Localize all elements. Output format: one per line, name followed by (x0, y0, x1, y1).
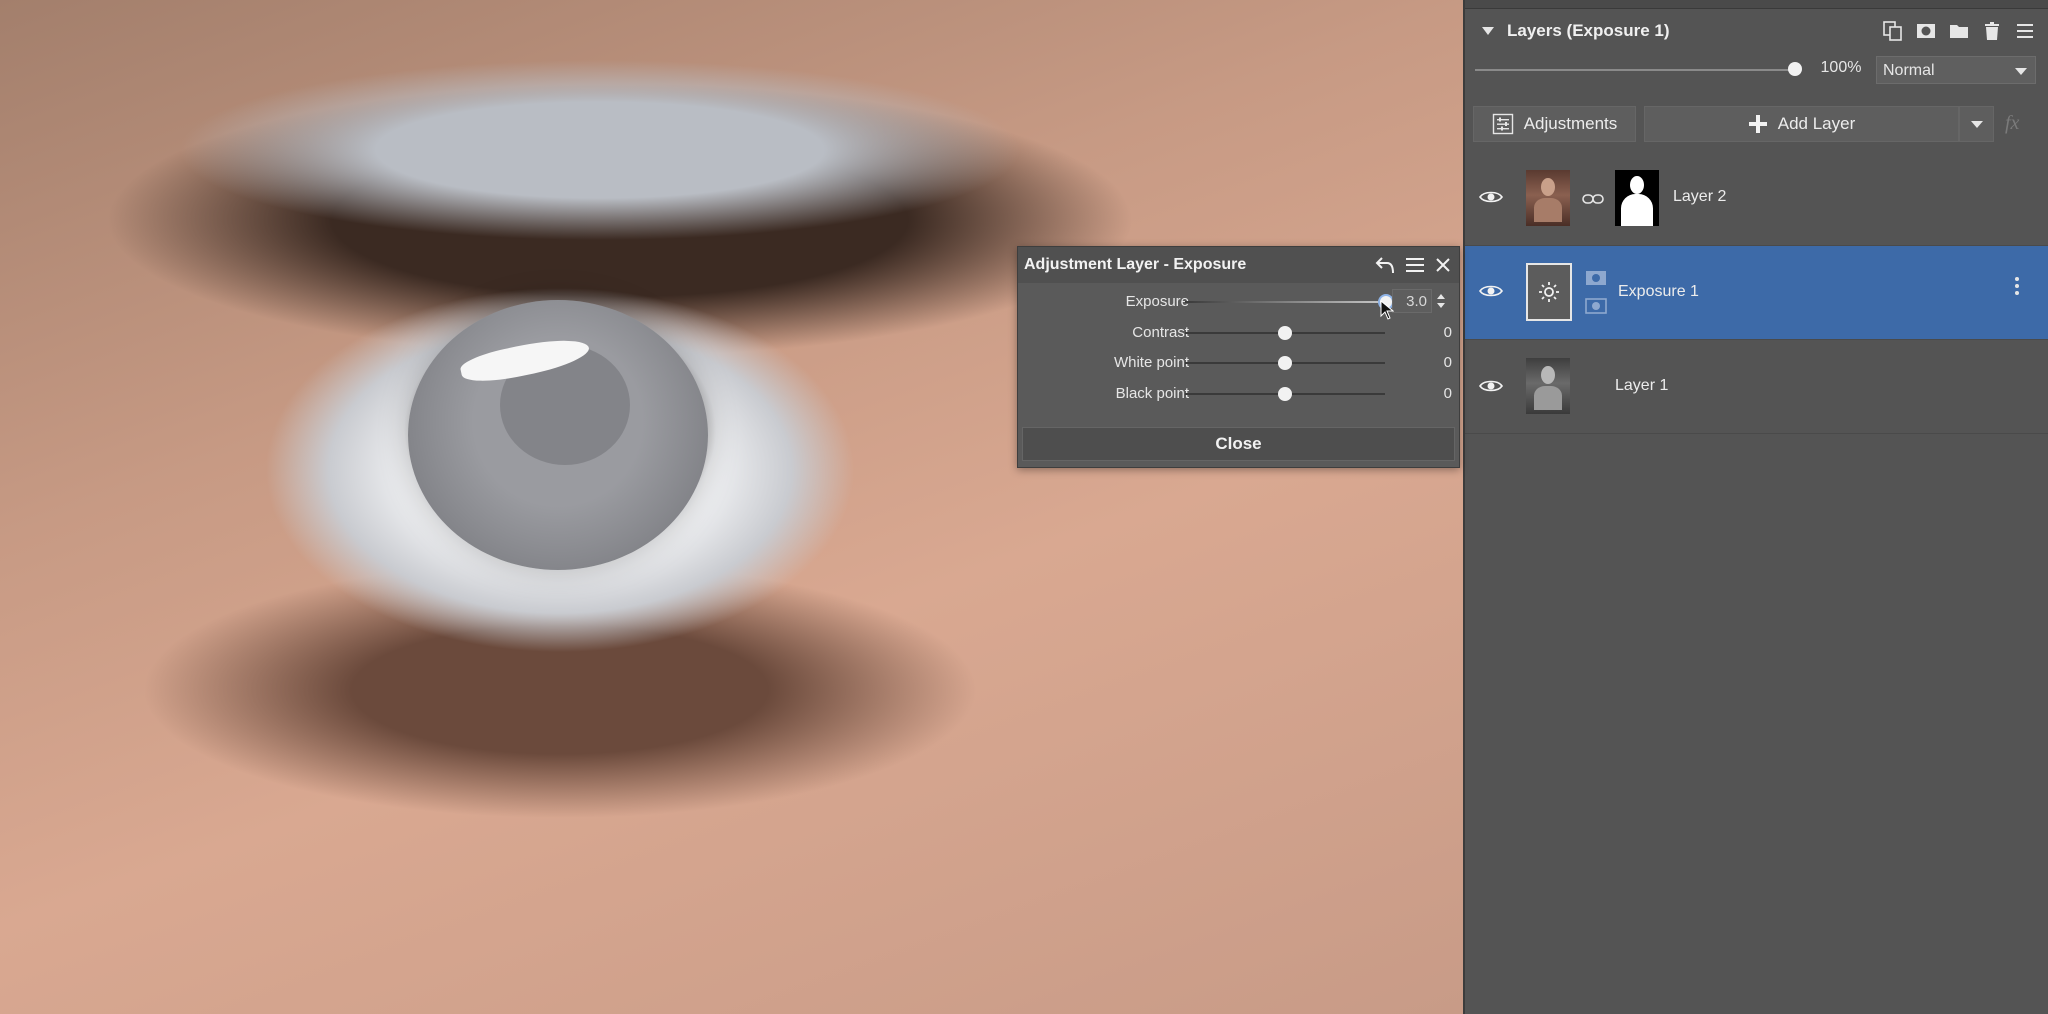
layers-title: Layers (Exposure 1) (1507, 21, 1670, 40)
layer-name: Layer 1 (1615, 377, 1669, 394)
layer-thumbnail (1526, 170, 1570, 226)
eye-icon[interactable] (1479, 189, 1503, 205)
eye-icon[interactable] (1479, 283, 1503, 299)
dialog-title-bar[interactable]: Adjustment Layer - Exposure (1018, 247, 1459, 283)
spinner-icon[interactable] (1436, 292, 1446, 310)
slider-row-contrast: Contrast 0 (1018, 318, 1459, 348)
blend-mode-select[interactable]: Normal (1876, 56, 2036, 84)
slider-row-black-point: Black point 0 (1018, 379, 1459, 409)
menu-icon[interactable] (2012, 18, 2038, 44)
layer-row-layer-2[interactable]: Layer 2 (1465, 152, 2048, 246)
slider-label: White point (1113, 354, 1189, 371)
more-options-icon[interactable] (2013, 276, 2021, 296)
exposure-value-input[interactable]: 3.0 (1392, 289, 1432, 313)
layer-button-row: Adjustments Add Layer fx (1465, 106, 2048, 146)
slider-value[interactable]: 0 (1386, 354, 1452, 371)
panel-top-strip (1465, 0, 2048, 9)
trash-icon[interactable] (1979, 18, 2005, 44)
dialog-title: Adjustment Layer - Exposure (1024, 256, 1247, 273)
slider-value[interactable]: 0 (1386, 324, 1452, 341)
layer-mask-icon[interactable] (1585, 270, 1607, 286)
layer-row-exposure-1[interactable]: Exposure 1 (1465, 246, 2048, 340)
adjustment-thumbnail (1526, 263, 1572, 321)
mouse-cursor-icon (1380, 300, 1394, 320)
chevron-down-icon (2015, 68, 2027, 75)
plus-icon (1748, 115, 1767, 133)
layer-row-layer-1[interactable]: Layer 1 (1465, 340, 2048, 434)
mask-icon[interactable] (1913, 18, 1939, 44)
sun-icon (1539, 282, 1559, 302)
photo-canvas[interactable] (0, 0, 1463, 1014)
layer-name: Layer 2 (1673, 188, 1727, 205)
close-button[interactable]: Close (1022, 427, 1455, 461)
adjustments-icon (1492, 113, 1513, 135)
link-icon[interactable] (1582, 192, 1604, 206)
adjustment-dialog: Adjustment Layer - Exposure Exposure 3.0 C… (1017, 246, 1460, 468)
opacity-slider[interactable] (1475, 69, 1795, 71)
layer-thumbnail (1526, 358, 1570, 414)
opacity-value[interactable]: 100% (1808, 59, 1874, 77)
layer-mask-thumbnail[interactable] (1615, 170, 1659, 226)
layers-panel: Layers (Exposure 1) 100% Normal Adjustme… (1463, 0, 2048, 1014)
chevron-down-icon (1970, 120, 1983, 128)
slider-thumb[interactable] (1278, 325, 1292, 340)
layer-mask-off-icon[interactable] (1585, 298, 1607, 314)
layer-name: Exposure 1 (1618, 283, 1699, 300)
slider-label: Contrast (1132, 323, 1189, 341)
slider-label: Black point (1115, 384, 1189, 402)
close-icon[interactable] (1431, 253, 1455, 277)
eye-icon[interactable] (1479, 378, 1503, 394)
menu-icon[interactable] (1403, 253, 1427, 277)
adjustments-button[interactable]: Adjustments (1473, 106, 1636, 142)
adjustments-label: Adjustments (1523, 114, 1618, 133)
collapse-arrow-icon[interactable] (1482, 27, 1494, 35)
add-layer-label: Add Layer (1777, 114, 1856, 133)
add-layer-button[interactable]: Add Layer (1644, 106, 1959, 142)
slider-thumb[interactable] (1278, 386, 1292, 401)
add-layer-dropdown[interactable] (1959, 106, 1994, 142)
copy-layer-icon[interactable] (1880, 18, 1906, 44)
slider-label: Exposure (1125, 293, 1189, 310)
slider-thumb[interactable] (1278, 356, 1292, 370)
undo-icon[interactable] (1373, 253, 1397, 277)
blend-mode-value: Normal (1883, 62, 1935, 79)
layers-header: Layers (Exposure 1) (1465, 14, 2048, 50)
slider-row-white-point: White point 0 (1018, 348, 1459, 378)
opacity-row: 100% Normal (1465, 52, 2048, 88)
folder-icon[interactable] (1946, 18, 1972, 44)
fx-button[interactable]: fx (2005, 112, 2019, 135)
opacity-slider-thumb[interactable] (1788, 62, 1802, 76)
slider-value[interactable]: 0 (1386, 385, 1452, 402)
slider-track[interactable] (1185, 301, 1385, 303)
